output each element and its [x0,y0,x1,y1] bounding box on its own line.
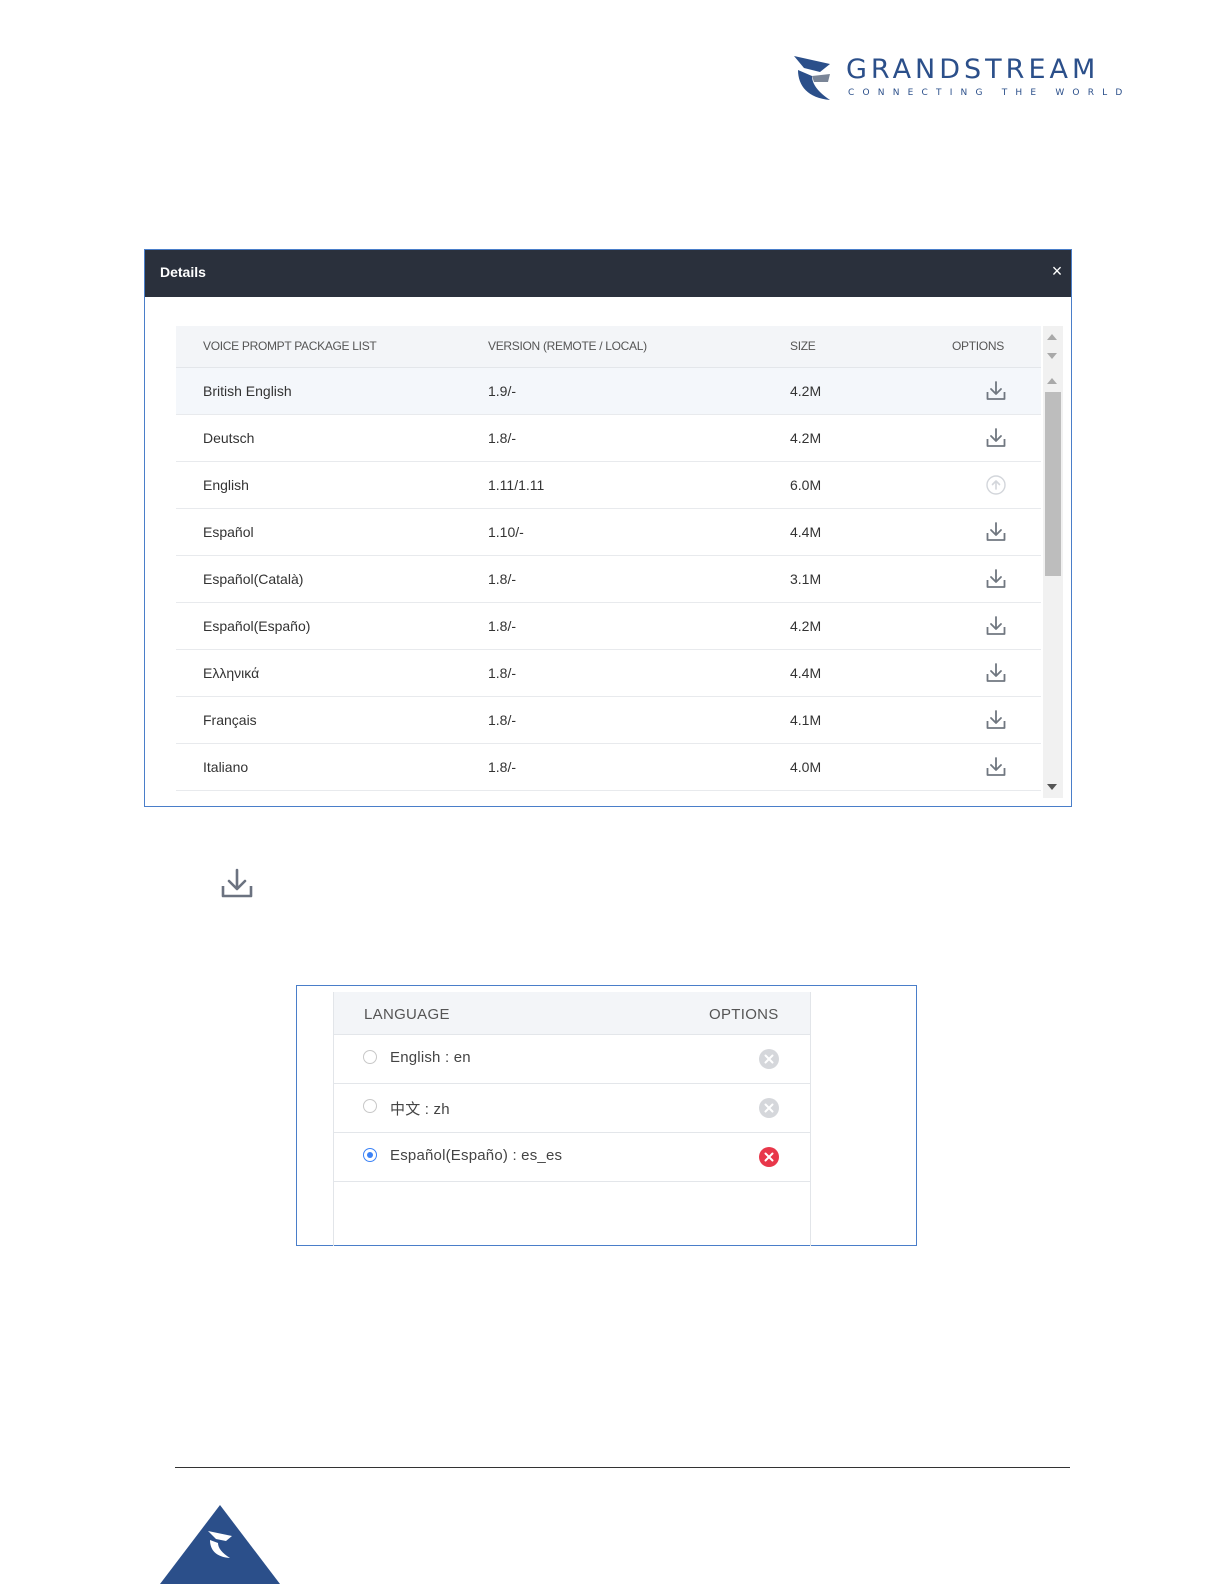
package-name: English [203,477,249,493]
table-row[interactable]: Español(Españo) 1.8/- 4.2M [176,603,1041,650]
language-radio[interactable] [363,1099,377,1113]
table-row[interactable]: Español 1.10/- 4.4M [176,509,1041,556]
package-name: Italiano [203,759,249,775]
close-button[interactable]: × [1047,261,1067,282]
download-icon[interactable] [984,661,1008,685]
download-icon[interactable] [984,379,1008,403]
language-label: Español(Españo) : es_es [390,1147,563,1164]
package-size: 4.1M [790,712,822,728]
package-name: Español(Españo) [203,618,311,634]
download-icon[interactable] [984,708,1008,732]
package-name: Ελληνικά [203,665,260,681]
remove-icon[interactable] [758,1146,780,1168]
package-version: 1.8/- [488,430,517,446]
details-dialog: Details × VOICE PROMPT PACKAGE LIST VERS… [144,249,1072,807]
scroll-up-arrow-icon[interactable] [1047,378,1057,384]
table-row[interactable]: Deutsch 1.8/- 4.2M [176,415,1041,462]
grandstream-logo: GRANDSTREAM CONNECTING THE WORLD [790,52,1122,106]
table-row[interactable]: Español(Català) 1.8/- 3.1M [176,556,1041,603]
remove-icon[interactable] [758,1048,780,1070]
download-icon[interactable] [984,520,1008,544]
package-version: 1.11/1.11 [488,477,545,493]
scroll-down-arrow-icon[interactable] [1047,784,1057,790]
package-size: 4.0M [790,759,822,775]
column-header-language: LANGUAGE [364,1006,450,1023]
table-row[interactable]: Ελληνικά 1.8/- 4.4M [176,650,1041,697]
download-icon[interactable] [984,614,1008,638]
language-radio[interactable] [363,1148,377,1162]
package-name: Español [203,524,254,540]
dialog-header: Details × [145,250,1071,297]
package-size: 3.1M [790,571,822,587]
package-size: 4.2M [790,618,822,634]
voice-prompt-table: VOICE PROMPT PACKAGE LIST VERSION (REMOT… [176,326,1064,798]
scroll-down-arrow-icon[interactable] [1047,353,1057,359]
language-panel: LANGUAGE OPTIONS English : en 中文 : zh Espa… [296,985,917,1246]
package-version: 1.8/- [488,571,517,587]
package-name: British English [203,383,292,399]
download-icon[interactable] [984,755,1008,779]
package-name: Français [203,712,257,728]
language-radio[interactable] [363,1050,377,1064]
package-size: 4.4M [790,665,822,681]
grandstream-footer-logo-icon [160,1505,280,1584]
scrollbar-thumb[interactable] [1045,392,1061,576]
package-size: 4.4M [790,524,822,540]
language-row[interactable]: 中文 : zh [334,1084,810,1133]
package-version: 1.10/- [488,524,524,540]
language-label: 中文 : zh [390,1101,450,1118]
package-version: 1.9/- [488,383,517,399]
package-name: Deutsch [203,430,255,446]
package-version: 1.8/- [488,712,517,728]
language-table-header: LANGUAGE OPTIONS [334,992,810,1035]
language-row[interactable]: Español(Españo) : es_es [334,1133,810,1182]
column-header-options: OPTIONS [709,1006,779,1023]
column-header-size[interactable]: SIZE [790,339,816,353]
package-name: Español(Català) [203,571,304,587]
package-size: 4.2M [790,383,822,399]
column-header-options: OPTIONS [952,339,1004,353]
package-version: 1.8/- [488,759,517,775]
dialog-title: Details [160,264,206,280]
grandstream-logo-mark-icon [794,56,830,100]
package-version: 1.8/- [488,618,517,634]
brand-tagline: CONNECTING THE WORLD [848,88,1131,98]
package-size: 4.2M [790,430,822,446]
remove-icon[interactable] [758,1097,780,1119]
language-label: English : en [390,1049,471,1066]
table-scrollbar[interactable] [1043,326,1063,798]
package-version: 1.8/- [488,665,517,681]
table-row[interactable]: English 1.11/1.11 6.0M [176,462,1041,509]
column-header-version[interactable]: VERSION (REMOTE / LOCAL) [488,339,647,353]
brand-name: GRANDSTREAM [846,54,1100,85]
download-icon[interactable] [984,567,1008,591]
table-row[interactable]: Français 1.8/- 4.1M [176,697,1041,744]
table-row[interactable]: Italiano 1.8/- 4.0M [176,744,1041,791]
column-header-package[interactable]: VOICE PROMPT PACKAGE LIST [203,339,377,353]
language-row[interactable]: English : en [334,1035,810,1084]
package-size: 6.0M [790,477,822,493]
language-table: LANGUAGE OPTIONS English : en 中文 : zh Espa… [333,992,811,1246]
download-icon[interactable] [984,426,1008,450]
scroll-up-arrow-icon[interactable] [1047,334,1057,340]
upgrade-icon[interactable] [984,473,1008,497]
download-icon [221,868,253,898]
table-row[interactable]: British English 1.9/- 4.2M [176,368,1041,415]
footer-divider [175,1467,1070,1468]
table-header: VOICE PROMPT PACKAGE LIST VERSION (REMOT… [176,326,1041,368]
